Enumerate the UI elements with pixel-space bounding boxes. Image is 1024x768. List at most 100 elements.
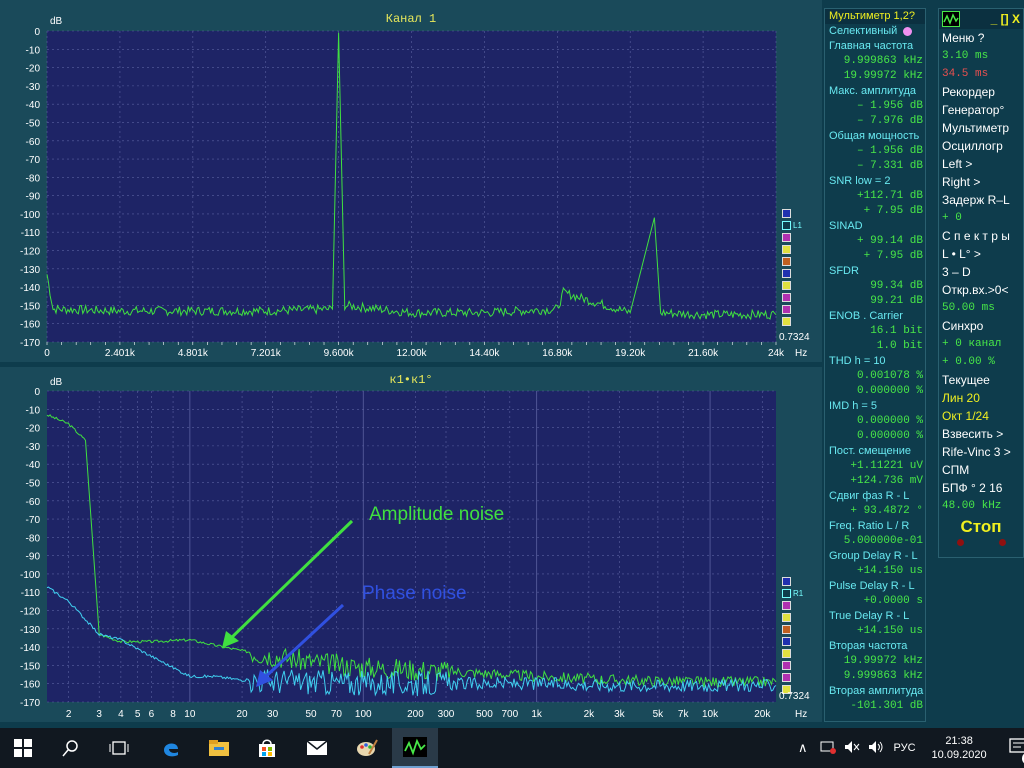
x-tick-label: 3 <box>96 709 102 720</box>
x-tick-label: 7.201k <box>251 348 282 359</box>
legend-entry[interactable] <box>780 291 814 303</box>
menu-item[interactable]: Осциллогр <box>939 137 1023 155</box>
x-tick-label: 500 <box>476 709 493 720</box>
menu-item[interactable]: Генератор° <box>939 101 1023 119</box>
store-taskbar-button[interactable] <box>244 728 290 768</box>
legend-entry[interactable]: R1 <box>780 587 814 599</box>
legend-entry[interactable] <box>780 575 814 587</box>
system-tray: ∧ РУС 21:38 10.09.2020 2 <box>798 728 1024 768</box>
menu-item[interactable]: Left > <box>939 155 1023 173</box>
menu-item[interactable]: Текущее <box>939 371 1023 389</box>
x-tick-label: 5 <box>135 709 141 720</box>
menu-item: 48.00 kHz <box>942 500 1002 512</box>
meter-label[interactable]: Сдвиг фаз R - L <box>825 489 925 504</box>
meter-label[interactable]: Селективный <box>825 24 925 39</box>
spectrum-plot-top[interactable]: Канал 1 dB Hz 0 -10 -20 -30 -40 -50 -60 -70 -80 -… <box>0 0 822 362</box>
stop-button[interactable]: Стоп <box>939 515 1023 539</box>
meter-label[interactable]: Pulse Delay R - L <box>825 579 925 594</box>
menu-item[interactable]: СПМ <box>939 461 1023 479</box>
legend-entry[interactable] <box>780 207 814 219</box>
meter-label[interactable]: Вторая частота <box>825 639 925 654</box>
legend-entry[interactable] <box>780 315 814 327</box>
window-controls[interactable]: _ [] X <box>991 12 1020 26</box>
keyboard-language[interactable]: РУС <box>894 742 916 754</box>
paint-taskbar-button[interactable] <box>344 728 390 768</box>
menu-item[interactable]: Rife-Vinc 3 > <box>939 443 1023 461</box>
x-unit-bottom: Hz <box>795 709 807 720</box>
chevron-up-icon[interactable]: ∧ <box>798 740 808 756</box>
y-tick-label: -150 <box>20 301 40 312</box>
meter-label[interactable]: IMD h = 5 <box>825 399 925 414</box>
meter-label[interactable]: THD h = 10 <box>825 354 925 369</box>
menu-item[interactable]: Рекордер <box>939 83 1023 101</box>
meter-label[interactable]: Вторая амплитуда <box>825 684 925 699</box>
plot-area-bottom[interactable] <box>47 391 776 702</box>
clock[interactable]: 21:38 10.09.2020 <box>932 734 987 762</box>
main-menu-panel[interactable]: _ [] X Меню ? 3.10 ms 34.5 ms Рекордер Г… <box>938 8 1024 558</box>
x-tick-label: 10k <box>702 709 719 720</box>
task-view-button[interactable] <box>96 728 142 768</box>
multimeter-panel[interactable]: Мультиметр 1,2? Селективный Главная частот… <box>824 8 926 722</box>
legend-entry[interactable] <box>780 611 814 623</box>
menu-item[interactable]: Синхро <box>939 317 1023 335</box>
notification-center-button[interactable]: 2 <box>1008 737 1024 765</box>
meter-label[interactable]: SNR low = 2 <box>825 174 925 189</box>
legend-entry[interactable] <box>780 255 814 267</box>
mail-taskbar-button[interactable] <box>294 728 340 768</box>
menu-item[interactable]: Взвесить > <box>939 425 1023 443</box>
menu-item[interactable]: Мультиметр <box>939 119 1023 137</box>
spectrum-chart-l-l[interactable]: к1•к1° dB Hz 0 -10 -20 -30 -40 -50 -60 -70 -80 -9… <box>0 367 822 722</box>
y-tick-label: -80 <box>26 173 41 184</box>
legend-entry[interactable] <box>780 243 814 255</box>
meter-label[interactable]: Главная частота <box>825 39 925 54</box>
menu-item[interactable]: Откр.вх.>0< <box>939 281 1023 299</box>
menu-item[interactable]: Лин 20 <box>939 389 1023 407</box>
meter-label[interactable]: SINAD <box>825 219 925 234</box>
menu-item[interactable]: 3 – D <box>939 263 1023 281</box>
meter-label[interactable]: Пост. смещение <box>825 444 925 459</box>
legend-entry[interactable] <box>780 231 814 243</box>
legend-entry[interactable]: L1 <box>780 219 814 231</box>
spectrum-chart-channel1[interactable]: Канал 1 dB Hz 0 -10 -20 -30 -40 -50 -60 -70 -80 -… <box>0 0 822 362</box>
meter-label[interactable]: Общая мощность <box>825 129 925 144</box>
legend-entry[interactable] <box>780 671 814 683</box>
spectrum-plot-bottom[interactable]: к1•к1° dB Hz 0 -10 -20 -30 -40 -50 -60 -70 -80 -9… <box>0 367 822 722</box>
menu-item[interactable]: Задерж R–L <box>939 191 1023 209</box>
meter-label[interactable]: Макс. амплитуда <box>825 84 925 99</box>
x-tick-label: 1k <box>531 709 543 720</box>
legend-entry[interactable] <box>780 623 814 635</box>
menu-item[interactable]: Окт 1/24 <box>939 407 1023 425</box>
menu-item[interactable]: БПФ ° 2 16 <box>939 479 1023 497</box>
menu-item[interactable]: Меню ? <box>939 29 1023 47</box>
selective-indicator-icon[interactable] <box>903 26 913 36</box>
legend-entry[interactable] <box>780 635 814 647</box>
meter-label[interactable]: True Delay R - L <box>825 609 925 624</box>
legend-entry[interactable] <box>780 279 814 291</box>
legend-top[interactable]: L1 <box>780 207 814 327</box>
legend-entry[interactable] <box>780 647 814 659</box>
meter-label[interactable]: ENOB . Carrier <box>825 309 925 324</box>
legend-entry[interactable] <box>780 659 814 671</box>
app-window: Канал 1 dB Hz 0 -10 -20 -30 -40 -50 -60 -70 -80 -… <box>0 0 1024 768</box>
menu-item[interactable]: С п е к т р ы <box>939 227 1023 245</box>
edge-taskbar-button[interactable] <box>148 728 194 768</box>
spectrum-app-taskbar-button[interactable] <box>392 728 438 768</box>
meter-label[interactable]: Group Delay R - L <box>825 549 925 564</box>
search-button[interactable] <box>48 728 94 768</box>
legend-entry[interactable] <box>780 303 814 315</box>
speaker-muted-icon[interactable] <box>844 740 860 757</box>
network-disconnected-icon[interactable] <box>820 740 836 757</box>
volume-icon[interactable] <box>868 740 884 757</box>
meter-label[interactable]: SFDR <box>825 264 925 279</box>
stop-indicators <box>939 539 1023 549</box>
legend-entry[interactable] <box>780 267 814 279</box>
legend-swatch <box>782 268 791 278</box>
meter-label[interactable]: Freq. Ratio L / R <box>825 519 925 534</box>
legend-swatch <box>782 624 791 634</box>
legend-entry[interactable] <box>780 599 814 611</box>
legend-bottom[interactable]: R1 <box>780 575 814 695</box>
explorer-taskbar-button[interactable] <box>196 728 242 768</box>
start-button[interactable] <box>0 728 46 768</box>
menu-item[interactable]: L • L° > <box>939 245 1023 263</box>
menu-item[interactable]: Right > <box>939 173 1023 191</box>
